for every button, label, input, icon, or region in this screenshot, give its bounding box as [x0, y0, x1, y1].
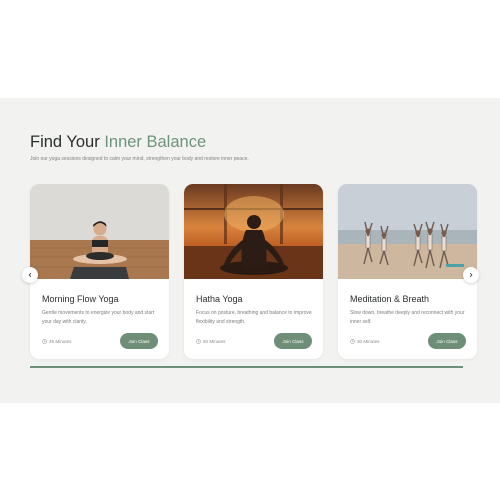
class-card-morning-flow: Morning Flow Yoga Gentle movements to en… [30, 184, 169, 359]
carousel-progress-fill [30, 365, 463, 368]
clock-icon [42, 339, 47, 344]
join-class-button[interactable]: Join Class [274, 333, 312, 349]
join-class-button[interactable]: Join Class [428, 333, 466, 349]
chevron-right-icon [469, 272, 473, 278]
class-card-meditation: Meditation & Breath Slow down, breathe d… [338, 184, 477, 359]
class-image [338, 184, 477, 279]
class-description: Gentle movements to energize your body a… [42, 310, 155, 325]
class-title: Meditation & Breath [350, 294, 430, 304]
chevron-left-icon [28, 272, 32, 278]
carousel-progress [30, 365, 463, 368]
duration: 45 Minutes [42, 339, 71, 344]
class-card-hatha: Hatha Yoga Focus on posture, breathing a… [184, 184, 323, 359]
carousel-next-button[interactable] [463, 267, 479, 283]
section-title: Find Your Inner Balance [30, 133, 206, 152]
clock-icon [196, 339, 201, 344]
title-text: Find Your [30, 133, 105, 151]
carousel-prev-button[interactable] [22, 267, 38, 283]
classes-section: Find Your Inner Balance Join our yoga se… [0, 98, 500, 403]
duration-text: 30 Minutes [357, 339, 380, 344]
clock-icon [350, 339, 355, 344]
class-image [184, 184, 323, 279]
section-subtitle: Join our yoga sessions designed to calm … [30, 156, 249, 162]
join-class-button[interactable]: Join Class [120, 333, 158, 349]
class-title: Hatha Yoga [196, 294, 243, 304]
title-accent: Inner Balance [104, 133, 207, 151]
duration-text: 60 Minutes [203, 339, 226, 344]
class-description: Focus on posture, breathing and balance … [196, 310, 312, 325]
duration-text: 45 Minutes [49, 339, 72, 344]
class-description: Slow down, breathe deeply and reconnect … [350, 310, 465, 325]
class-title: Morning Flow Yoga [42, 294, 119, 304]
duration: 30 Minutes [350, 339, 379, 344]
duration: 60 Minutes [196, 339, 225, 344]
class-image [30, 184, 169, 279]
